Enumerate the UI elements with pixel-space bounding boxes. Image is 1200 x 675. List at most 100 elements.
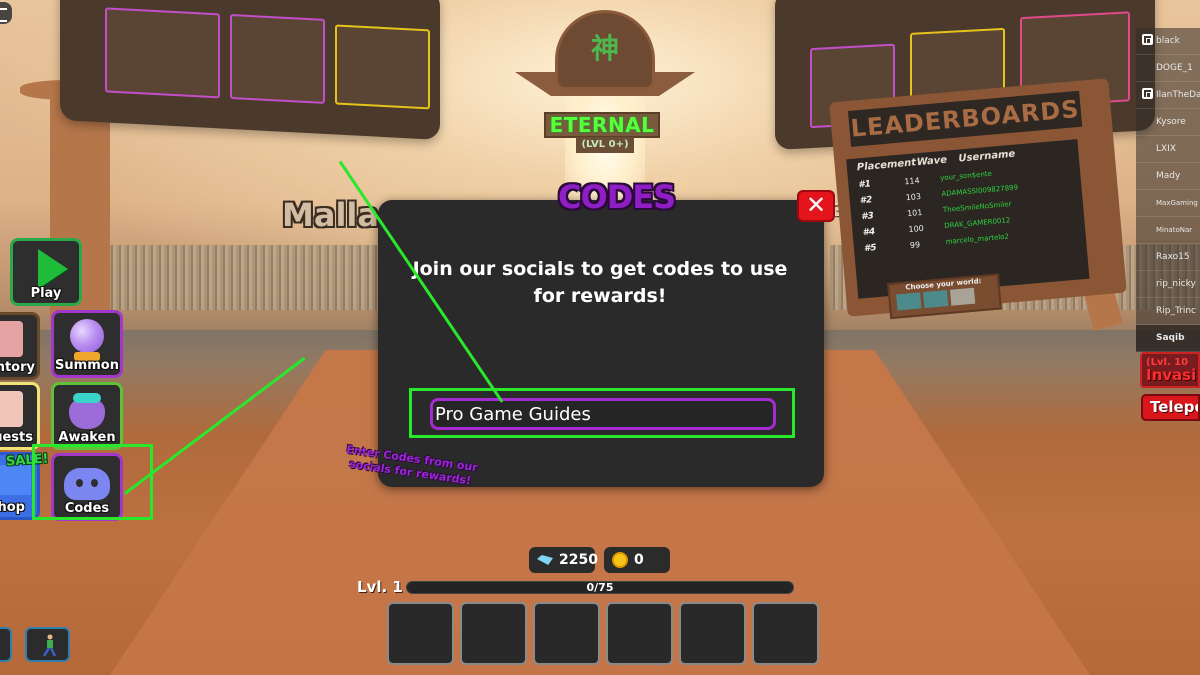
codes-modal-message: Join our socials to get codes to use for… xyxy=(412,258,788,307)
gem-icon xyxy=(537,555,553,565)
player-list-item[interactable]: Kysore xyxy=(1136,109,1200,136)
player-name-tag: Malla xyxy=(282,196,379,234)
leaderboard-table: Placement Wave Username #1 114 your_son$en… xyxy=(846,139,1090,299)
inventory-button[interactable]: entory xyxy=(0,312,40,380)
placement: #5 xyxy=(863,243,877,255)
column-header-username: Username xyxy=(958,148,1016,165)
codes-label: Codes xyxy=(64,501,110,516)
hotbar-slot[interactable] xyxy=(606,602,673,665)
discord-icon xyxy=(64,462,110,500)
player-name: DOGE_1 xyxy=(1156,63,1193,73)
player-list-item[interactable]: Raxo15 xyxy=(1136,244,1200,271)
codes-button[interactable]: Codes xyxy=(51,453,123,521)
world-thumbnail[interactable] xyxy=(949,287,976,306)
column-header-wave: Wave xyxy=(916,154,948,169)
premium-icon xyxy=(1142,34,1153,45)
cauldron-icon xyxy=(69,391,105,429)
player-list-item[interactable]: IlanTheDa xyxy=(1136,82,1200,109)
codes-modal-title: CODES xyxy=(558,178,676,216)
unit-card xyxy=(230,13,325,104)
inventory-label: entory xyxy=(0,360,35,375)
awaken-label: Awaken xyxy=(58,430,116,445)
player-list-item[interactable]: Rip_Trinc xyxy=(1136,298,1200,325)
unit-card xyxy=(105,7,220,99)
player-list-item[interactable]: Mady xyxy=(1136,163,1200,190)
player-name: MaxGaming xyxy=(1156,199,1198,207)
placement: #2 xyxy=(859,195,873,207)
quests-button[interactable]: uests xyxy=(0,382,40,450)
player-list-item[interactable]: MaxGaming xyxy=(1136,190,1200,217)
column-header-placement: Placement xyxy=(856,157,917,174)
settings-button[interactable] xyxy=(0,627,12,662)
summon-label: Summon xyxy=(55,358,119,373)
inventory-book-icon xyxy=(0,321,23,357)
world-thumbnail[interactable] xyxy=(896,292,922,311)
play-button[interactable]: Play xyxy=(10,238,82,306)
wave: 101 xyxy=(906,207,923,218)
emote-button[interactable] xyxy=(25,627,70,662)
premium-icon xyxy=(1142,88,1153,99)
hotbar-slot[interactable] xyxy=(752,602,819,665)
hotbar-slot[interactable] xyxy=(533,602,600,665)
player-list-item[interactable]: DOGE_1 xyxy=(1136,55,1200,82)
roblox-menu-button[interactable] xyxy=(0,2,12,24)
unit-banner-left xyxy=(60,0,440,140)
player-list-item[interactable]: LXIX xyxy=(1136,136,1200,163)
unit-card xyxy=(335,24,430,110)
player-name: Kysore xyxy=(1156,117,1186,127)
invasion-label: Invasi xyxy=(1146,366,1197,384)
wave: 103 xyxy=(905,191,922,202)
player-name: Rip_Trinc xyxy=(1156,306,1196,316)
player-name: Saqib xyxy=(1156,333,1185,343)
username: your_son$ente xyxy=(939,169,993,183)
placement: #4 xyxy=(862,227,876,239)
walking-figure-icon xyxy=(42,634,57,657)
username: marcelo_martelo2 xyxy=(945,232,1010,246)
code-input[interactable] xyxy=(430,398,776,430)
gems-value: 2250 xyxy=(559,552,598,568)
unit-hotbar xyxy=(387,602,819,665)
grass-field-left xyxy=(60,245,400,310)
player-name: black xyxy=(1156,36,1180,46)
gems-counter: 2250 xyxy=(529,547,598,573)
teleport-button[interactable]: Telepo xyxy=(1141,394,1200,421)
player-name: LXIX xyxy=(1156,144,1176,154)
player-name: MinatoNar xyxy=(1156,226,1193,234)
placement: #1 xyxy=(858,179,872,191)
username: DRAK_GAMER0012 xyxy=(944,216,1011,231)
wave: 114 xyxy=(903,175,920,186)
player-list-item[interactable]: Saqib xyxy=(1136,325,1200,352)
awaken-button[interactable]: Awaken xyxy=(51,382,123,450)
player-name: IlanTheDa xyxy=(1156,90,1200,100)
close-button[interactable]: ✕ xyxy=(797,190,835,222)
coins-counter: 0 xyxy=(604,547,670,573)
leaderboard-board: LEADERBOARDS Placement Wave Username #1 1… xyxy=(829,78,1127,320)
summon-button[interactable]: Summon xyxy=(51,310,123,378)
coin-icon xyxy=(612,552,628,568)
player-list-item[interactable]: rip_nicky xyxy=(1136,271,1200,298)
hotbar-slot[interactable] xyxy=(460,602,527,665)
player-name: Mady xyxy=(1156,171,1181,181)
play-icon xyxy=(38,249,68,289)
xp-progress-bar: 0/75 xyxy=(406,581,794,594)
player-list-item[interactable]: MinatoNar xyxy=(1136,217,1200,244)
hotbar-slot[interactable] xyxy=(387,602,454,665)
portal-emblem: 神 xyxy=(555,10,655,90)
sale-badge: SALE! xyxy=(5,451,50,470)
wave: 99 xyxy=(909,239,921,250)
shop-icon xyxy=(0,465,31,495)
player-list: black DOGE_1 IlanTheDa Kysore LXIX Mady … xyxy=(1136,28,1200,352)
placement: #3 xyxy=(860,211,875,223)
player-list-item[interactable]: black xyxy=(1136,28,1200,55)
invasion-banner[interactable]: (Lvl. 10 Invasi xyxy=(1140,352,1200,388)
level-label: Lvl. 1 xyxy=(357,578,403,596)
portal-title: ETERNAL xyxy=(544,112,660,138)
xp-text: 0/75 xyxy=(586,581,614,594)
portal-level-requirement: (LVL 0+) xyxy=(576,137,634,153)
crystal-ball-icon xyxy=(70,319,104,361)
coins-value: 0 xyxy=(634,552,644,568)
player-name: rip_nicky xyxy=(1156,279,1196,289)
hotbar-slot[interactable] xyxy=(679,602,746,665)
world-thumbnail[interactable] xyxy=(923,290,949,309)
play-label: Play xyxy=(30,286,62,301)
